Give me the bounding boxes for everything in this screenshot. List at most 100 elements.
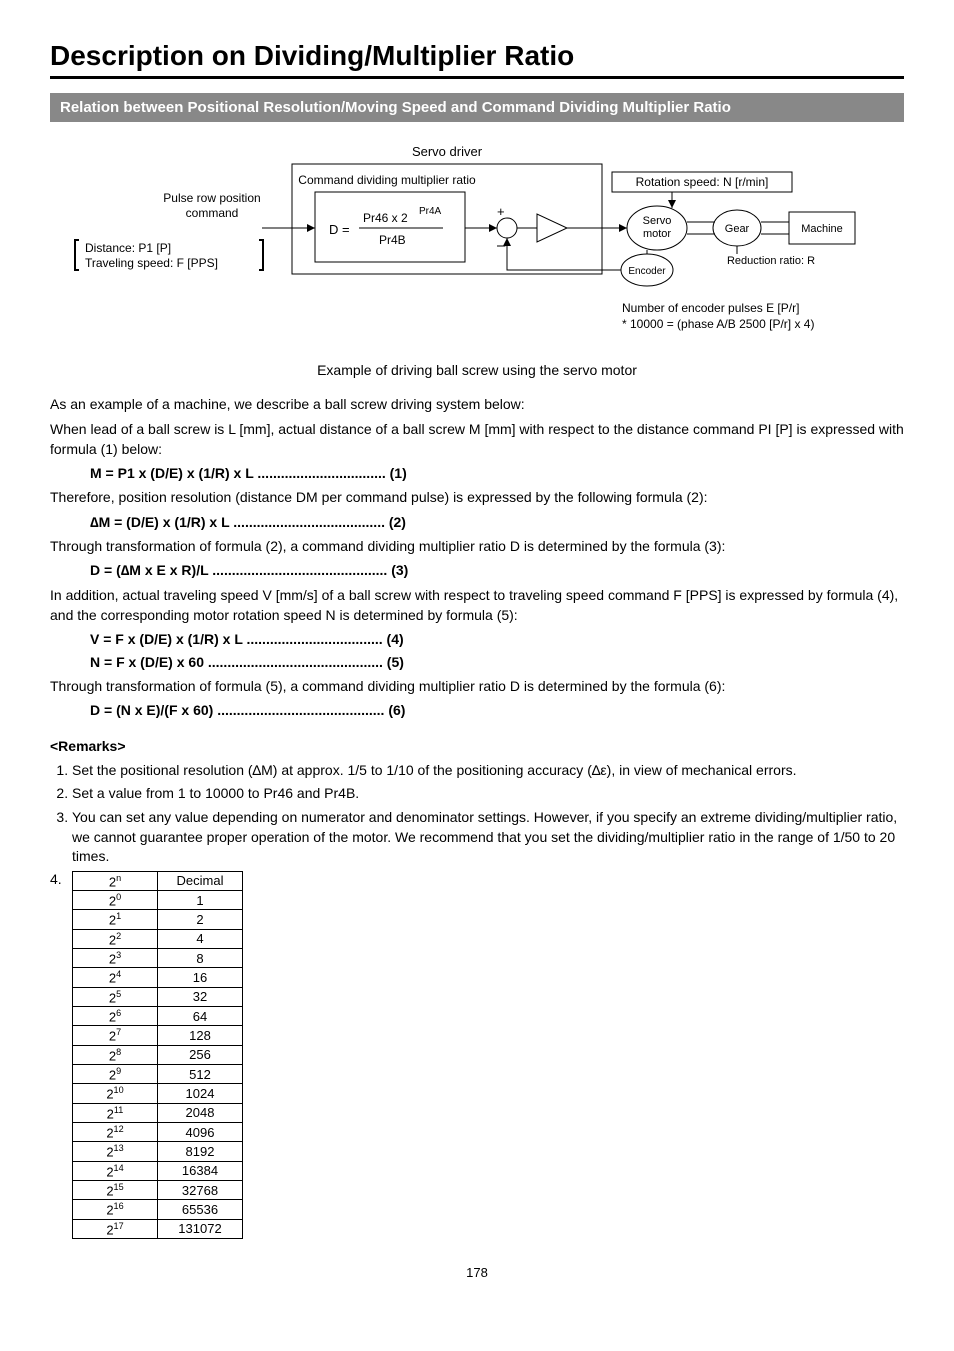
remark-item: Set the positional resolution (∆M) at ap…	[72, 761, 904, 781]
table-row: 201	[73, 891, 243, 910]
pow-cell-base: 215	[73, 1180, 158, 1199]
formula-3: D = (∆M x E x R)/L .....................…	[90, 560, 904, 580]
table-row: 28256	[73, 1045, 243, 1064]
pow-cell-base: 212	[73, 1122, 158, 1141]
servo-motor-1: Servo	[643, 215, 672, 227]
pow-header-left: 2n	[73, 871, 158, 890]
pow-cell-decimal: 2	[158, 910, 243, 929]
table-row: 2124096	[73, 1122, 243, 1141]
table-row: 2112048	[73, 1103, 243, 1122]
pow-cell-decimal: 4	[158, 929, 243, 948]
remarks-list: Set the positional resolution (∆M) at ap…	[50, 761, 904, 867]
pow-cell-decimal: 16384	[158, 1161, 243, 1180]
pow-cell-base: 26	[73, 1007, 158, 1026]
pow-cell-decimal: 2048	[158, 1103, 243, 1122]
table-row: 29512	[73, 1065, 243, 1084]
pow-cell-decimal: 512	[158, 1065, 243, 1084]
pow-cell-decimal: 131072	[158, 1219, 243, 1238]
formula-4: V = F x (D/E) x (1/R) x L ..............…	[90, 629, 904, 649]
d-denominator: Pr4B	[379, 233, 406, 247]
table-row: 224	[73, 929, 243, 948]
section-heading: Relation between Positional Resolution/M…	[50, 93, 904, 122]
servo-motor-2: motor	[643, 228, 671, 240]
plus-symbol: +	[497, 204, 505, 219]
pow-cell-decimal: 65536	[158, 1200, 243, 1219]
table-row: 217131072	[73, 1219, 243, 1238]
table-row: 27128	[73, 1026, 243, 1045]
table-row: 238	[73, 949, 243, 968]
pow-cell-base: 24	[73, 968, 158, 987]
diagram-caption: Example of driving ball screw using the …	[50, 360, 904, 380]
pow-cell-decimal: 8192	[158, 1142, 243, 1161]
pow-cell-decimal: 4096	[158, 1122, 243, 1141]
encoder-info-2: * 10000 = (phase A/B 2500 [P/r] x 4)	[622, 317, 814, 331]
block-diagram: Servo driver Command dividing multiplier…	[67, 144, 887, 354]
page-title: Description on Dividing/Multiplier Ratio	[50, 40, 904, 79]
pow-cell-base: 214	[73, 1161, 158, 1180]
remarks-heading: <Remarks>	[50, 736, 904, 756]
table-row: 2138192	[73, 1142, 243, 1161]
pow-cell-decimal: 128	[158, 1026, 243, 1045]
table-row: 21532768	[73, 1180, 243, 1199]
table-row: 2416	[73, 968, 243, 987]
pow-cell-decimal: 1024	[158, 1084, 243, 1103]
pow-cell-base: 21	[73, 910, 158, 929]
label-rotation: Rotation speed: N [r/min]	[636, 175, 769, 189]
pow-cell-decimal: 64	[158, 1007, 243, 1026]
pow-cell-decimal: 8	[158, 949, 243, 968]
formula-1: M = P1 x (D/E) x (1/R) x L .............…	[90, 463, 904, 483]
pow-cell-base: 29	[73, 1065, 158, 1084]
remark-item: Set a value from 1 to 10000 to Pr46 and …	[72, 784, 904, 804]
encoder-info-1: Number of encoder pulses E [P/r]	[622, 301, 799, 315]
formula-2: ∆M = (D/E) x (1/R) x L .................…	[90, 512, 904, 532]
pow-cell-base: 211	[73, 1103, 158, 1122]
d-equals: D =	[329, 222, 350, 237]
remark-4-number: 4.	[50, 871, 72, 887]
remark-item: You can set any value depending on numer…	[72, 808, 904, 867]
encoder-label: Encoder	[628, 266, 666, 277]
para-4: Through transformation of formula (2), a…	[50, 536, 904, 556]
pow-cell-base: 213	[73, 1142, 158, 1161]
formula-5: N = F x (D/E) x 60 .....................…	[90, 652, 904, 672]
pow-header-right: Decimal	[158, 871, 243, 890]
pow-cell-base: 27	[73, 1026, 158, 1045]
pow-cell-base: 217	[73, 1219, 158, 1238]
reduction-label: Reduction ratio: R	[727, 255, 815, 267]
pow-cell-base: 20	[73, 891, 158, 910]
pow-cell-base: 23	[73, 949, 158, 968]
d-exponent: Pr4A	[419, 206, 442, 217]
table-row: 212	[73, 910, 243, 929]
label-servo-driver: Servo driver	[412, 144, 483, 159]
label-pulse-row-2: command	[186, 206, 239, 220]
bracket-line2: Traveling speed: F [PPS]	[85, 256, 218, 270]
pow-cell-decimal: 256	[158, 1045, 243, 1064]
table-row: 21665536	[73, 1200, 243, 1219]
table-row: 2532	[73, 987, 243, 1006]
pow-cell-decimal: 32	[158, 987, 243, 1006]
table-row: 2664	[73, 1007, 243, 1026]
para-2: When lead of a ball screw is L [mm], act…	[50, 419, 904, 460]
para-1: As an example of a machine, we describe …	[50, 394, 904, 414]
power-of-two-table: 2n Decimal 20121222423824162532266427128…	[72, 871, 243, 1239]
pow-cell-base: 22	[73, 929, 158, 948]
gear-label: Gear	[725, 223, 750, 235]
table-row: 21416384	[73, 1161, 243, 1180]
para-3: Therefore, position resolution (distance…	[50, 487, 904, 507]
pow-cell-base: 216	[73, 1200, 158, 1219]
pow-cell-base: 28	[73, 1045, 158, 1064]
pow-cell-base: 210	[73, 1084, 158, 1103]
pow-cell-decimal: 1	[158, 891, 243, 910]
para-6: Through transformation of formula (5), a…	[50, 676, 904, 696]
machine-label: Machine	[801, 223, 843, 235]
pow-cell-decimal: 32768	[158, 1180, 243, 1199]
label-cmd-ratio: Command dividing multiplier ratio	[298, 173, 476, 187]
bracket-line1: Distance: P1 [P]	[85, 241, 171, 255]
formula-6: D = (N x E)/(F x 60) ...................…	[90, 700, 904, 720]
d-numerator: Pr46 x 2	[363, 211, 408, 225]
page-number: 178	[50, 1265, 904, 1280]
para-5: In addition, actual traveling speed V [m…	[50, 585, 904, 626]
table-row: 2101024	[73, 1084, 243, 1103]
pow-cell-base: 25	[73, 987, 158, 1006]
pow-cell-decimal: 16	[158, 968, 243, 987]
label-pulse-row-1: Pulse row position	[163, 191, 260, 205]
